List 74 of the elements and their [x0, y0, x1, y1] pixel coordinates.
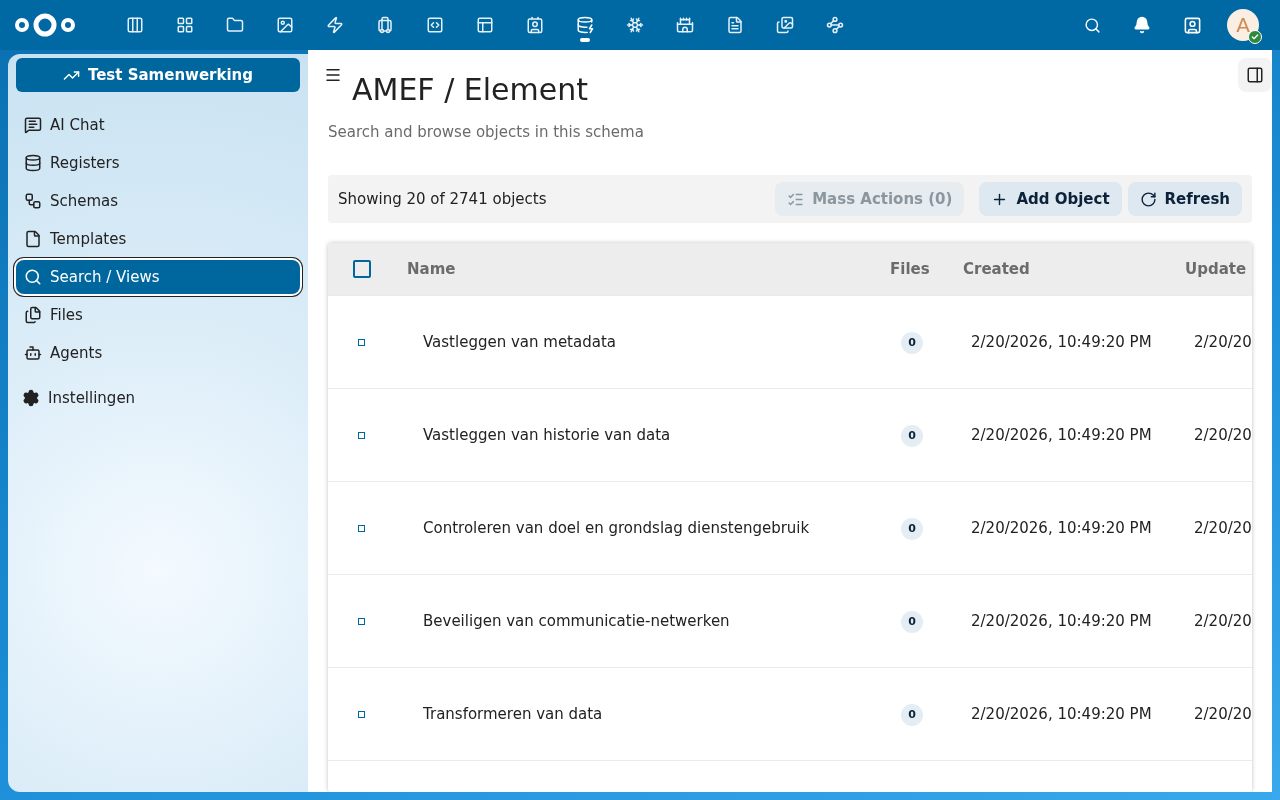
settings-icon [22, 389, 40, 407]
toolbar-button[interactable]: Refresh [1127, 182, 1242, 217]
object-count: Showing 20 of 2741 objects [338, 190, 547, 209]
table-cell-text: Vastleggen van metadata [422, 333, 617, 352]
contacts-icon[interactable] [1182, 15, 1202, 35]
bell-icon[interactable] [1133, 16, 1151, 34]
row-checkbox[interactable] [358, 711, 365, 718]
table-cell-text: 2/20/2026, 10:49:20 PM [970, 612, 1153, 631]
database-icon [576, 16, 594, 34]
grid-icon [176, 16, 194, 34]
files-count: 0 [901, 332, 923, 354]
sidebar-item[interactable]: Templates [16, 222, 300, 256]
table-cell-text: 2/20/2026, 10:49:20 PM [970, 426, 1153, 445]
row-checkbox[interactable] [358, 618, 365, 625]
table-cell-text: 2/20/2026, 10:49:20 PM [970, 333, 1153, 352]
contact-icon [526, 16, 544, 34]
row-checkbox[interactable] [358, 339, 365, 346]
file-icon [24, 230, 42, 248]
search-icon [24, 268, 42, 286]
column-header[interactable]: Files [890, 260, 954, 279]
header-button[interactable]: Test Samenwerking [16, 58, 300, 92]
table-cell-text: Transformeren van data [422, 705, 604, 724]
files-count: 0 [901, 611, 923, 633]
table-cell-text: 2/20/20 [1193, 612, 1252, 631]
search-icon[interactable] [1083, 16, 1101, 34]
settings-item[interactable]: Instellingen [16, 381, 300, 415]
layout-icon [476, 16, 494, 34]
menu-icon[interactable] [324, 66, 342, 84]
document-icon [726, 16, 744, 34]
folder-icon [226, 16, 244, 34]
files-count: 0 [901, 704, 923, 726]
files-count: 0 [901, 425, 923, 447]
column-header[interactable]: Created [954, 260, 1176, 279]
table-cell-text: 2/20/20 [1193, 519, 1252, 538]
sidebar-item[interactable]: Schemas [16, 184, 300, 218]
page-subtitle: Search and browse objects in this schema [328, 123, 645, 141]
nodes-icon [826, 16, 844, 34]
files-icon [24, 306, 42, 324]
database-icon [24, 154, 42, 172]
table-cell-text: 2/20/20 [1193, 426, 1252, 445]
table-cell-text: Beveiligen van communicatie-netwerken [422, 612, 731, 631]
panel-icon [1246, 66, 1264, 84]
table-cell-text: 2/20/2026, 10:49:20 PM [970, 705, 1153, 724]
code-icon [426, 16, 444, 34]
row-checkbox[interactable] [358, 525, 365, 532]
sidebar-item[interactable]: Registers [16, 146, 300, 180]
robot-icon [24, 344, 42, 362]
table-cell-text: 2/20/20 [1193, 705, 1252, 724]
table-cell-text: 2/20/20 [1193, 333, 1252, 352]
table-cell-text: Vastleggen van historie van data [422, 426, 672, 445]
lightning-icon [326, 16, 344, 34]
page-title: AMEF / Element [352, 72, 589, 107]
sidebar-item[interactable]: Agents [16, 336, 300, 370]
castle-icon [676, 16, 694, 34]
luggage-icon [376, 16, 394, 34]
chat-icon [24, 116, 42, 134]
sidebar-item[interactable]: AI Chat [16, 108, 300, 142]
sidebar-item[interactable]: Files [16, 298, 300, 332]
panel-toggle-button[interactable] [1238, 58, 1272, 92]
table-cell-text: Controleren van doel en grondslag dienstengebruik [422, 519, 811, 538]
snowflake-icon [626, 16, 644, 34]
toolbar-button[interactable]: Add Object [979, 182, 1122, 217]
row-checkbox[interactable] [358, 432, 365, 439]
column-header[interactable]: Update [1176, 260, 1252, 279]
columns-icon [126, 16, 144, 34]
tree-icon [24, 192, 42, 210]
refresh-icon [1139, 190, 1157, 208]
files-count: 0 [901, 518, 923, 540]
column-header[interactable]: Name [396, 260, 890, 279]
sidebar-item[interactable]: Search / Views [16, 260, 300, 294]
select-all-checkbox[interactable] [353, 260, 371, 279]
image-icon [276, 16, 294, 34]
table-cell-text: 2/20/2026, 10:49:20 PM [970, 519, 1153, 538]
picture-icon [776, 16, 794, 34]
